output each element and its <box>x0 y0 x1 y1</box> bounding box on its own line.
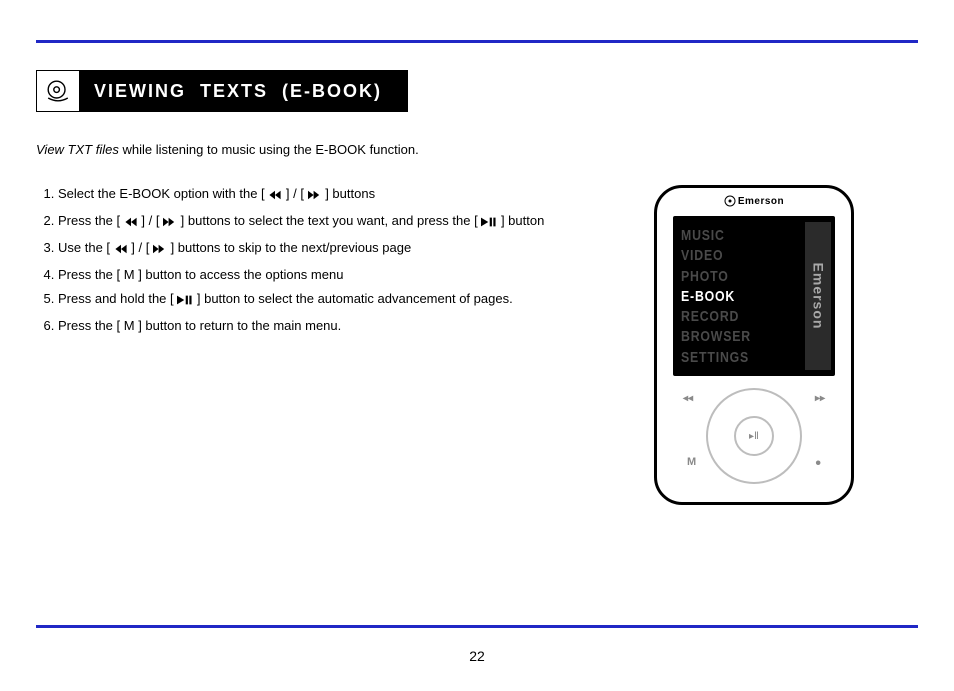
prev-icon <box>124 213 138 234</box>
bottom-rule <box>36 625 918 628</box>
prev-icon <box>114 240 128 261</box>
next-icon <box>308 186 322 207</box>
brand-logo-icon <box>724 195 736 207</box>
device-menu-item: E-BOOK <box>681 287 779 307</box>
step-text: Press and hold the [ <box>58 291 177 306</box>
device-wheel: ▸Ⅱ <box>706 388 802 484</box>
device-menu-item: PHOTO <box>681 267 779 287</box>
step-4: Press the [ M ] button to access the opt… <box>58 265 636 286</box>
intro-em: View TXT files <box>36 142 119 157</box>
side-brand-text: Emerson <box>810 263 826 330</box>
device-menu-item: BROWSER <box>681 327 779 347</box>
device-menu-item: VIDEO <box>681 246 779 266</box>
intro-text: View TXT files while listening to music … <box>36 140 856 160</box>
step-5: Press and hold the [ ] button to select … <box>58 289 636 312</box>
section-header: VIEWING TEXTS (E-BOOK) <box>36 70 408 112</box>
page-number: 22 <box>0 648 954 664</box>
step-text: ] button to select the automatic advance… <box>197 291 513 306</box>
step-text: ] buttons to select the text you want, a… <box>181 213 471 228</box>
step-text: Use the [ <box>58 240 114 255</box>
playpause-icon <box>177 291 193 312</box>
next-icon <box>153 240 167 261</box>
instructions: Select the E-BOOK option with the [ ] / … <box>36 184 636 337</box>
prev-icon <box>268 186 282 207</box>
step-text: ] button <box>501 213 544 228</box>
step-text: ] / [ <box>286 186 308 201</box>
section-icon <box>36 70 80 112</box>
device-side-brand: Emerson <box>805 222 831 370</box>
device-menu-item: MUSIC <box>681 226 779 246</box>
device-menu-item: SETTINGS <box>681 348 779 368</box>
step-text: ] buttons to skip to the next/previous p… <box>171 240 412 255</box>
playpause-icon <box>481 213 497 234</box>
step-1: Select the E-BOOK option with the [ ] / … <box>58 184 636 207</box>
step-2: Press the [ ] / [ ] buttons to select th… <box>58 211 636 234</box>
device-menu-item: RECORD <box>681 307 779 327</box>
steps-list: Select the E-BOOK option with the [ ] / … <box>36 184 636 337</box>
device-play-button: ▸Ⅱ <box>734 416 774 456</box>
device-next-button: ▸▸ <box>815 393 825 404</box>
brand-text: Emerson <box>738 196 784 207</box>
step-text: ] / [ <box>141 213 163 228</box>
device-menu: MUSICVIDEOPHOTOE-BOOKRECORDBROWSERSETTIN… <box>681 226 801 368</box>
step-text: Select the E-BOOK option with the [ <box>58 186 268 201</box>
step-6: Press the [ M ] button to return to the … <box>58 316 636 337</box>
step-3: Use the [ ] / [ ] buttons to skip to the… <box>58 238 636 261</box>
device-dot-button: • <box>815 460 821 468</box>
step-text: ] / [ <box>131 240 153 255</box>
page-content: VIEWING TEXTS (E-BOOK) View TXT files wh… <box>36 70 918 341</box>
step-text: Press the [ <box>58 213 124 228</box>
next-icon <box>163 213 177 234</box>
intro-rest: while listening to music using the E-BOO… <box>119 142 419 157</box>
top-rule <box>36 40 918 43</box>
section-title: VIEWING TEXTS (E-BOOK) <box>80 70 408 112</box>
device-brand-top: Emerson <box>657 195 851 210</box>
disc-eye-icon <box>44 77 72 105</box>
device-illustration: Emerson Emerson MUSICVIDEOPHOTOE-BOOKREC… <box>654 185 854 505</box>
step-text: ] buttons <box>325 186 375 201</box>
device-screen: Emerson MUSICVIDEOPHOTOE-BOOKRECORDBROWS… <box>673 216 835 376</box>
device-m-button: M <box>687 456 696 468</box>
device-prev-button: ◂◂ <box>683 393 693 404</box>
